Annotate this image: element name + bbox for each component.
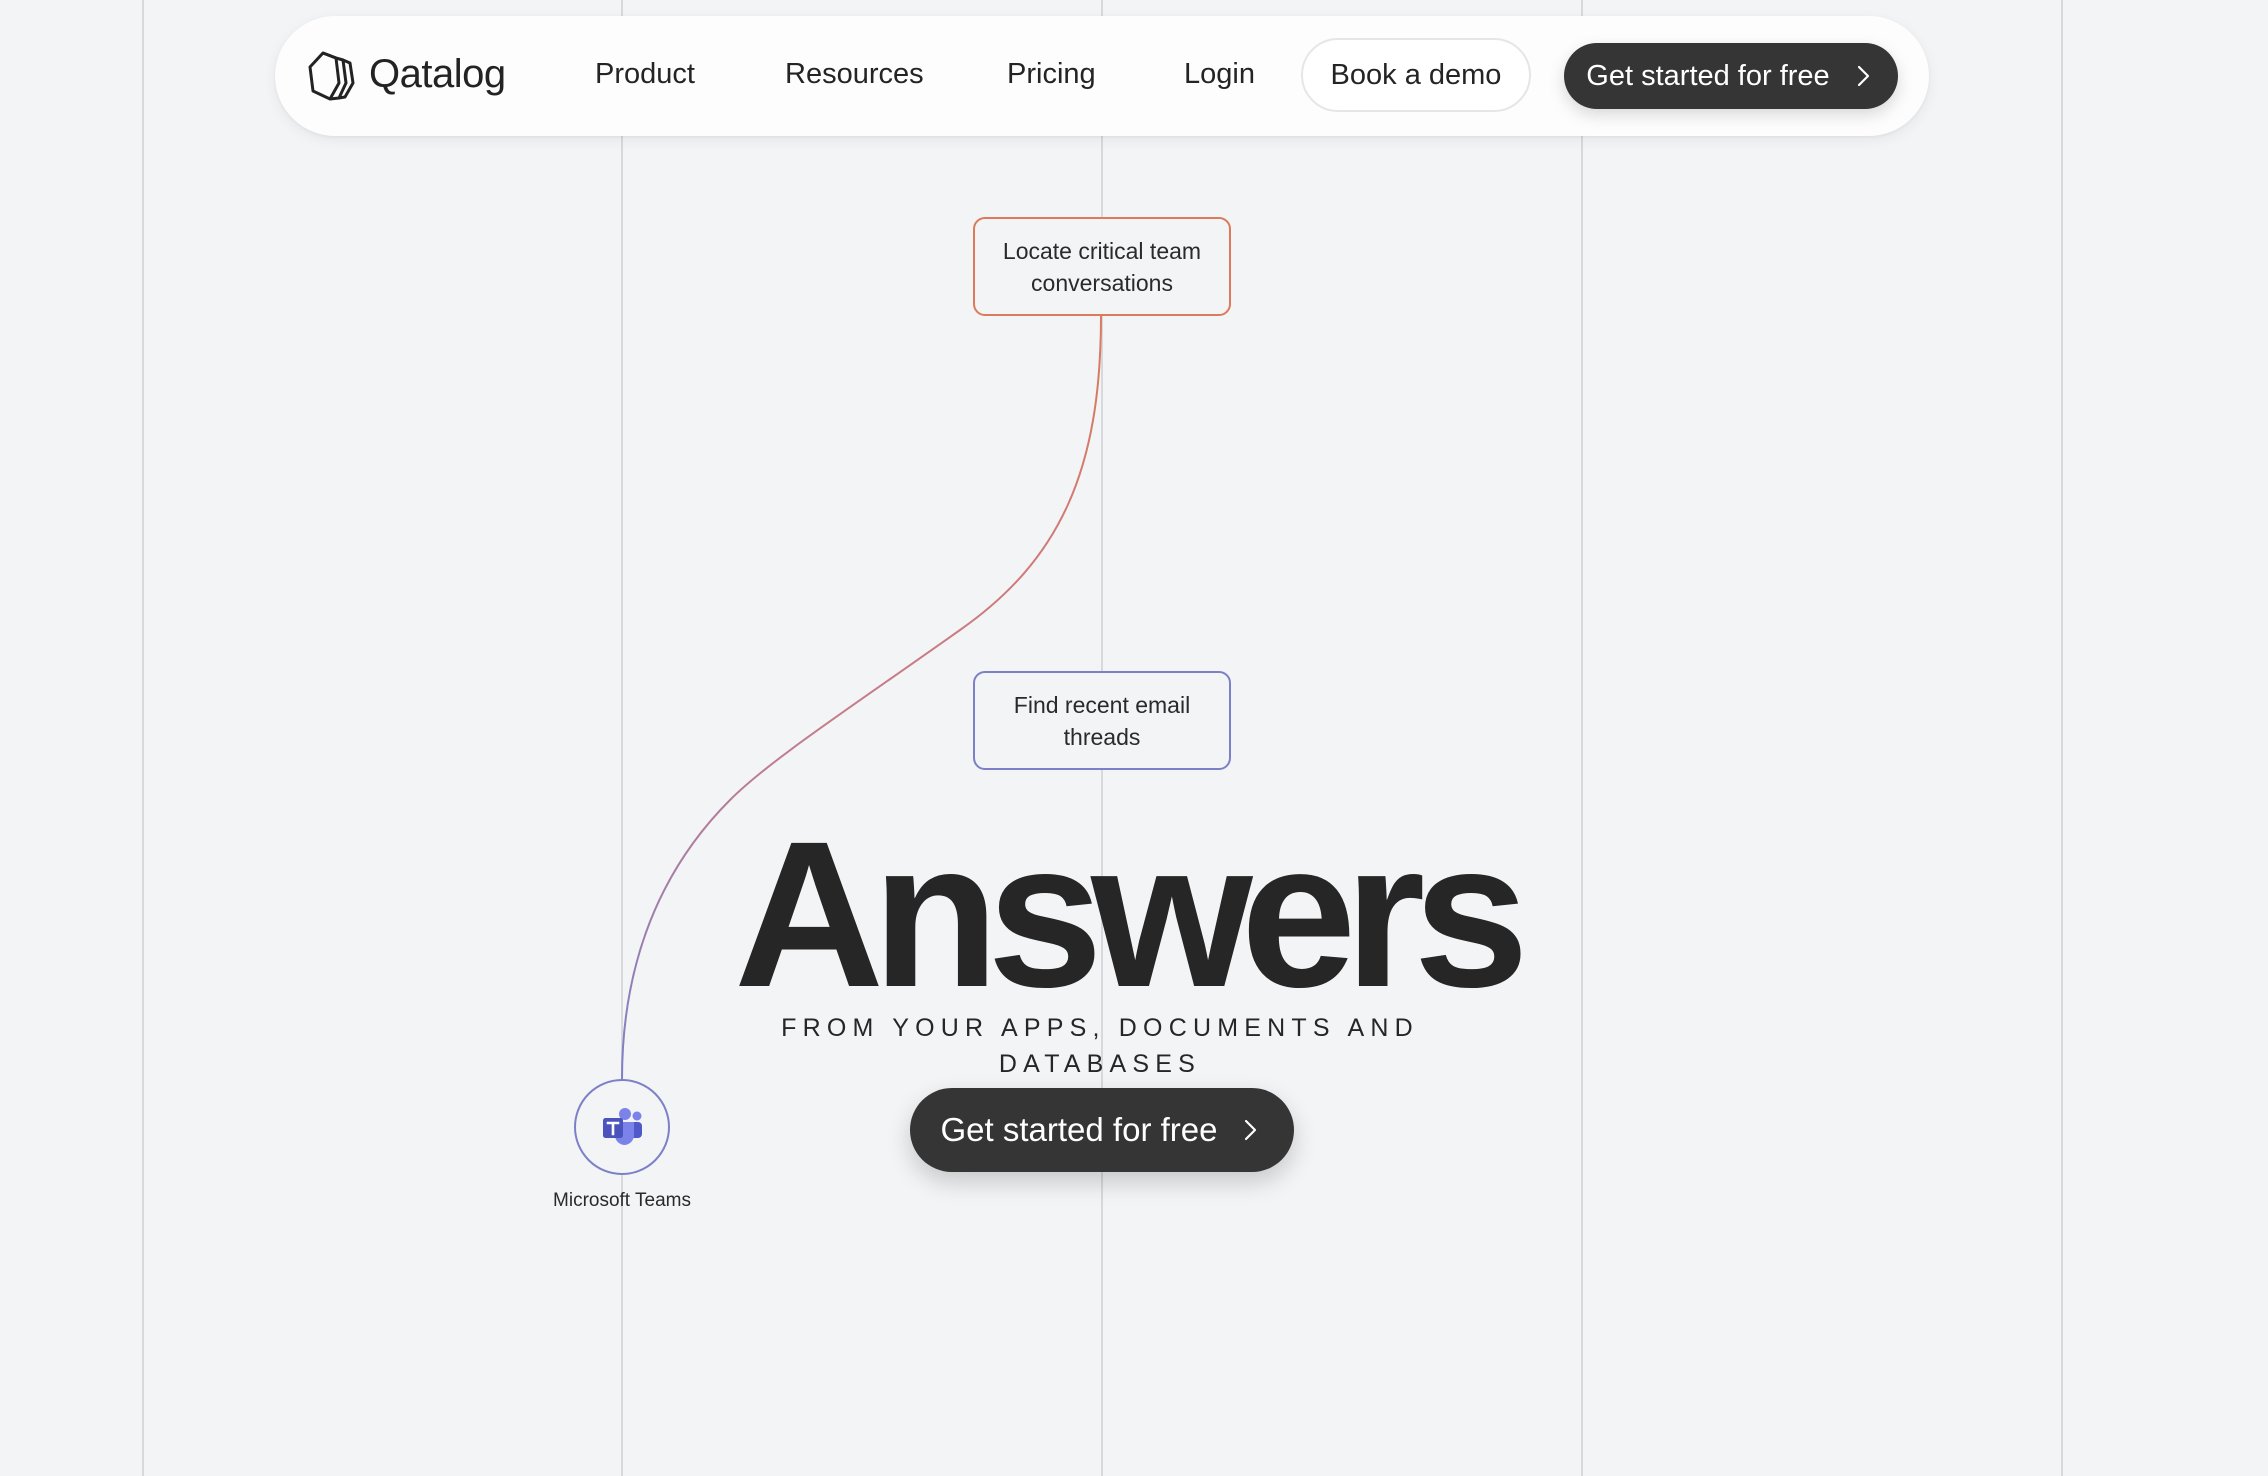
chevron-right-icon [1245,1119,1257,1141]
task-card-label: Find recent email threads [1013,691,1191,750]
brand-name[interactable]: Qatalog [369,46,506,102]
nav-get-started-button[interactable]: Get started for free [1564,43,1898,109]
qatalog-logo-icon[interactable] [305,50,357,102]
grid-line [621,0,623,1476]
hero-headline: Answers [734,799,1529,1031]
book-demo-button[interactable]: Book a demo [1301,38,1531,112]
microsoft-teams-icon [603,1108,642,1145]
nav-item-login[interactable]: Login [1184,52,1255,96]
task-card-email-threads: Find recent email threads [973,671,1231,770]
nav-get-started-label: Get started for free [1586,59,1830,92]
chevron-right-icon [1857,65,1869,87]
nav-item-resources[interactable]: Resources [785,52,924,96]
grid-line [1581,0,1583,1476]
app-node-label: Microsoft Teams [553,1190,691,1211]
task-card-label: Locate critical team conversations [1002,237,1202,296]
app-node-microsoft-teams[interactable] [574,1079,670,1175]
task-card-team-conversations: Locate critical team conversations [973,217,1231,316]
hero-subheadline: FROM YOUR APPS, DOCUMENTS AND DATABASES [781,1014,1419,1078]
nav-item-pricing[interactable]: Pricing [1007,52,1096,96]
hero-get-started-button[interactable]: Get started for free [910,1088,1294,1172]
nav-item-product[interactable]: Product [595,52,695,96]
hero-get-started-label: Get started for free [940,1111,1218,1148]
grid-line [142,0,144,1476]
top-navigation: Qatalog Product Resources Pricing Login … [275,16,1929,136]
grid-line [2061,0,2063,1476]
